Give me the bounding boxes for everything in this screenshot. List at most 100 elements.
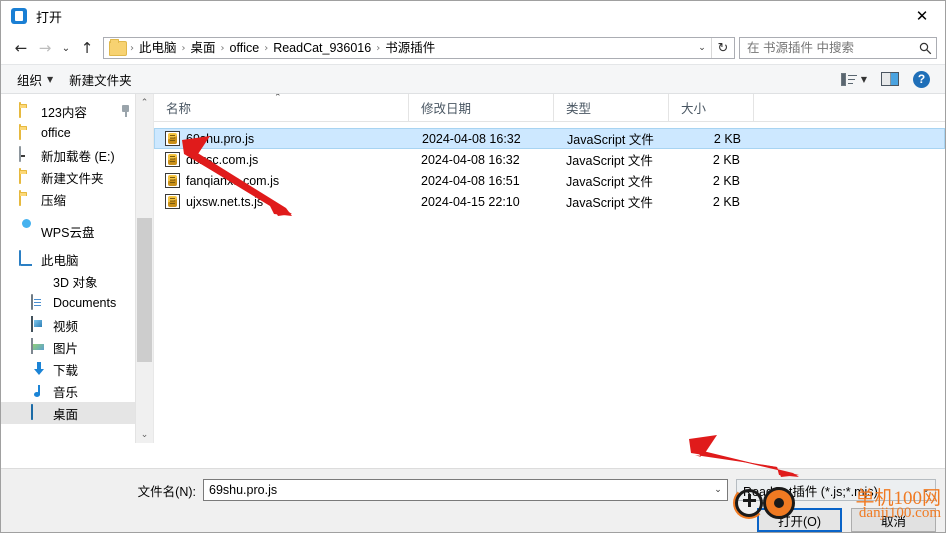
sidebar-item-desktop[interactable]: 桌面 — [1, 402, 153, 424]
filename-combobox[interactable]: ⌄ — [203, 479, 728, 501]
pin-icon[interactable] — [120, 105, 131, 117]
address-bar[interactable]: › 此电脑 › 桌面 › office › ReadCat_936016 › 书… — [103, 37, 735, 59]
new-folder-button[interactable]: 新建文件夹 — [61, 68, 140, 90]
help-button[interactable]: ? — [906, 68, 937, 90]
breadcrumb-item-1[interactable]: 桌面 — [187, 38, 220, 58]
folder-icon — [19, 102, 35, 119]
music-icon — [31, 383, 47, 399]
sidebar-item-documents[interactable]: Documents — [1, 292, 153, 314]
column-header-label: 修改日期 — [421, 102, 472, 116]
file-name-label: 69shu.pro.js — [186, 131, 255, 146]
folder-tree: 123内容 office 新加载卷 (E:) 新建文件夹 压缩 WPS云盘 此电… — [1, 94, 153, 424]
view-options-icon — [840, 72, 857, 86]
open-file-dialog: 打开 ✕ ← → ⌄ ↑ › 此电脑 › 桌面 › office › ReadC… — [0, 0, 946, 533]
computer-icon — [19, 250, 35, 267]
column-header-type[interactable]: 类型 — [554, 94, 669, 121]
close-icon[interactable]: ✕ — [899, 1, 945, 31]
file-size-cell: 2 KB — [713, 131, 741, 146]
folder-icon — [19, 124, 35, 141]
filename-input[interactable] — [204, 482, 709, 498]
sidebar-item-label: 下载 — [53, 363, 79, 378]
table-row[interactable]: dbxsc.com.js 2024-04-08 16:32 JavaScript… — [154, 149, 945, 170]
sidebar-item-music[interactable]: 音乐 — [1, 380, 153, 402]
sort-ascending-icon: ⌃ — [274, 94, 282, 103]
sidebar-item-label: 新建文件夹 — [41, 171, 104, 186]
scroll-down-button[interactable]: ⌄ — [136, 426, 153, 443]
cancel-button[interactable]: 取消 — [851, 508, 936, 532]
chevron-down-icon[interactable]: ⌄ — [917, 485, 935, 495]
sidebar-item-videos[interactable]: 视频 — [1, 314, 153, 336]
recent-locations-button[interactable]: ⌄ — [57, 36, 75, 60]
up-button[interactable]: ↑ — [75, 36, 99, 60]
column-header-date[interactable]: 修改日期 — [409, 94, 554, 121]
file-rows: 69shu.pro.js 2024-04-08 16:32 JavaScript… — [154, 122, 945, 212]
forward-button[interactable]: → — [33, 36, 57, 60]
new-folder-label: 新建文件夹 — [69, 73, 132, 88]
file-list-pane: 名称 ⌃ 修改日期 类型 大小 69shu.pro.js 2024-04-08 … — [154, 94, 945, 443]
navigation-bar: ← → ⌄ ↑ › 此电脑 › 桌面 › office › ReadCat_93… — [1, 32, 945, 64]
sidebar-item-office[interactable]: office — [1, 122, 153, 144]
sidebar-item-pictures[interactable]: 图片 — [1, 336, 153, 358]
organize-button[interactable]: 组织 ▼ — [9, 68, 61, 90]
sidebar-item-label: 此电脑 — [41, 253, 79, 268]
table-row[interactable]: fanqianxs.com.js 2024-04-08 16:51 JavaSc… — [154, 170, 945, 191]
sidebar-item-downloads[interactable]: 下载 — [1, 358, 153, 380]
sidebar-item-new-folder[interactable]: 新建文件夹 — [1, 166, 153, 188]
file-type-cell: JavaScript 文件 — [567, 133, 654, 147]
chevron-down-icon[interactable]: ⌄ — [709, 485, 727, 495]
sidebar-item-label: 视频 — [53, 319, 79, 334]
column-header-label: 名称 — [166, 102, 192, 116]
desktop-icon — [31, 404, 47, 421]
column-header-label: 类型 — [566, 102, 592, 116]
sidebar-item-drive-e[interactable]: 新加载卷 (E:) — [1, 144, 153, 166]
window-title: 打开 — [36, 9, 63, 25]
search-box[interactable] — [739, 37, 937, 59]
navigation-pane-scrollbar[interactable]: ⌃ ⌄ — [135, 94, 153, 443]
search-input[interactable] — [740, 40, 914, 56]
preview-pane-button[interactable] — [874, 68, 906, 90]
chevron-down-icon: ▼ — [860, 74, 867, 84]
back-button[interactable]: ← — [9, 36, 33, 60]
column-header-name[interactable]: 名称 ⌃ — [154, 94, 409, 121]
file-name-label: fanqianxs.com.js — [186, 173, 280, 188]
pictures-icon — [31, 338, 47, 355]
drive-icon — [19, 146, 35, 163]
chevron-down-icon[interactable]: ⌄ — [693, 38, 711, 58]
filetype-combobox[interactable]: ReadCat插件 (*.js;*.mjs) ⌄ — [736, 479, 936, 501]
sidebar-item-compressed[interactable]: 压缩 — [1, 188, 153, 210]
file-type-cell: JavaScript 文件 — [566, 154, 653, 168]
folder-icon — [19, 168, 35, 185]
javascript-file-icon — [165, 194, 180, 209]
scroll-up-button[interactable]: ⌃ — [136, 94, 153, 111]
filetype-value: ReadCat插件 (*.js;*.mjs) — [743, 484, 878, 499]
file-type-cell: JavaScript 文件 — [566, 175, 653, 189]
column-header-label: 大小 — [681, 102, 707, 116]
documents-icon — [31, 294, 47, 311]
view-options-button[interactable]: ▼ — [834, 68, 874, 90]
folder-icon — [19, 190, 35, 207]
3d-objects-icon — [31, 273, 47, 289]
sidebar-item-this-pc[interactable]: 此电脑 — [1, 248, 153, 270]
refresh-icon[interactable]: ↻ — [711, 38, 734, 58]
sidebar-item-3d-objects[interactable]: 3D 对象 — [1, 270, 153, 292]
javascript-file-icon — [165, 131, 180, 146]
dialog-footer: 文件名(N): ⌄ ReadCat插件 (*.js;*.mjs) ⌄ 打开(O)… — [1, 468, 945, 532]
table-row[interactable]: 69shu.pro.js 2024-04-08 16:32 JavaScript… — [154, 128, 945, 149]
sidebar-item-label: office — [41, 126, 71, 140]
file-size-cell: 2 KB — [712, 152, 740, 167]
sidebar-item-123内容[interactable]: 123内容 — [1, 100, 153, 122]
sidebar-item-label: 音乐 — [53, 385, 79, 400]
sidebar-item-wps-cloud[interactable]: WPS云盘 — [1, 220, 153, 242]
column-header-size[interactable]: 大小 — [669, 94, 754, 121]
breadcrumb-item-4[interactable]: 书源插件 — [381, 38, 439, 58]
breadcrumb-item-0[interactable]: 此电脑 — [135, 38, 181, 58]
scrollbar-thumb[interactable] — [137, 218, 152, 362]
downloads-icon — [31, 361, 47, 377]
breadcrumb-item-3[interactable]: ReadCat_936016 — [269, 38, 375, 58]
open-button[interactable]: 打开(O) — [757, 508, 842, 532]
organize-label: 组织 — [17, 73, 43, 88]
breadcrumb-item-2[interactable]: office — [226, 38, 264, 58]
table-row[interactable]: ujxsw.net.ts.js 2024-04-15 22:10 JavaScr… — [154, 191, 945, 212]
sidebar-item-label: 压缩 — [41, 193, 67, 208]
breadcrumb[interactable]: › 此电脑 › 桌面 › office › ReadCat_936016 › 书… — [104, 38, 693, 58]
